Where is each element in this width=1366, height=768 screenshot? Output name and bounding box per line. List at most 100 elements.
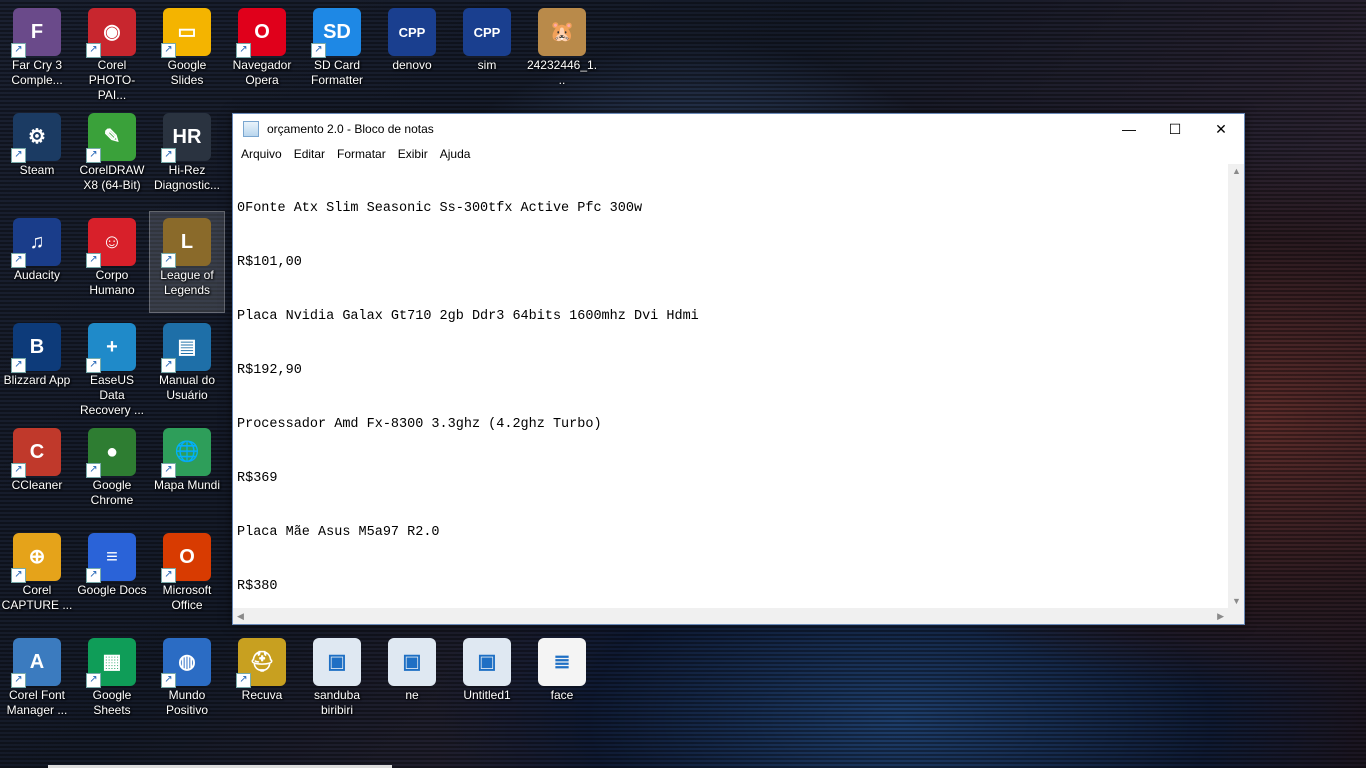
- desktop-icon-recuva[interactable]: ⛑ ↗ Recuva: [225, 632, 299, 732]
- desktop-icon-audacity[interactable]: ♫ ↗ Audacity: [0, 212, 74, 312]
- shortcut-arrow-icon: ↗: [236, 43, 251, 58]
- google-sheets-icon: ▦ ↗: [86, 638, 136, 688]
- shortcut-arrow-icon: ↗: [86, 148, 101, 163]
- desktop-icon-chrome[interactable]: ● ↗ Google Chrome: [75, 422, 149, 522]
- text-line: Processador Amd Fx-8300 3.3ghz (4.2ghz T…: [237, 417, 602, 432]
- notepad-window[interactable]: orçamento 2.0 - Bloco de notas — ☐ ✕ Arq…: [232, 113, 1245, 625]
- desktop-icon-label: Manual do Usuário: [158, 373, 216, 402]
- desktop-icon-hirez[interactable]: HR ↗ Hi-Rez Diagnostic...: [150, 107, 224, 207]
- shortcut-arrow-icon: ↗: [236, 673, 251, 688]
- desktop-icon-denovo[interactable]: CPP denovo: [375, 2, 449, 102]
- text-line: 0Fonte Atx Slim Seasonic Ss-300tfx Activ…: [237, 201, 643, 216]
- desktop-icon-easeus[interactable]: + ↗ EaseUS Data Recovery ...: [75, 317, 149, 417]
- desktop-icon-blizzard[interactable]: B ↗ Blizzard App: [0, 317, 74, 417]
- shortcut-arrow-icon: ↗: [11, 43, 26, 58]
- ccleaner-icon: C ↗: [11, 428, 61, 478]
- notepad-icon: [243, 121, 259, 137]
- desktop-icon-label: Blizzard App: [3, 373, 71, 387]
- desktop-icon-coreldraw[interactable]: ✎ ↗ CorelDRAW X8 (64-Bit): [75, 107, 149, 207]
- desktop-icon-label: Corel Font Manager ...: [6, 688, 68, 717]
- desktop-icon-manual[interactable]: ▤ ↗ Manual do Usuário: [150, 317, 224, 417]
- desktop-icon-steam[interactable]: ⚙ ↗ Steam: [0, 107, 74, 207]
- desktop-icon-mundopositivo[interactable]: ◍ ↗ Mundo Positivo: [150, 632, 224, 732]
- scroll-up-icon[interactable]: ▲: [1232, 166, 1241, 176]
- farcry-icon: F ↗: [11, 8, 61, 58]
- hirez-icon: HR ↗: [161, 113, 211, 163]
- desktop-icon-mapamundi[interactable]: 🌐 ↗ Mapa Mundi: [150, 422, 224, 522]
- desktop-icon-sanduba[interactable]: ▣ sanduba biribiri: [300, 632, 374, 732]
- recuva-icon: ⛑ ↗: [236, 638, 286, 688]
- text-editor[interactable]: 0Fonte Atx Slim Seasonic Ss-300tfx Activ…: [233, 164, 1228, 608]
- desktop-icon-msoffice[interactable]: O ↗ Microsoft Office: [150, 527, 224, 627]
- desktop-icon-label: Google Slides: [167, 58, 207, 87]
- image-file-icon: 🐹: [538, 8, 586, 56]
- desktop-icon-label: Google Sheets: [92, 688, 132, 717]
- mundo-positivo-icon: ◍ ↗: [161, 638, 211, 688]
- opera-icon: O ↗: [236, 8, 286, 58]
- shortcut-arrow-icon: ↗: [161, 463, 176, 478]
- league-of-legends-icon: L ↗: [161, 218, 211, 268]
- desktop-icon-corelcapture[interactable]: ⊕ ↗ Corel CAPTURE ...: [0, 527, 74, 627]
- menu-exibir[interactable]: Exibir: [392, 147, 434, 161]
- desktop-icon-label: face: [550, 688, 574, 702]
- desktop-icon-corel-photopaint[interactable]: ◉ ↗ Corel PHOTO-PAI...: [75, 2, 149, 102]
- maximize-button[interactable]: ☐: [1152, 114, 1198, 144]
- desktop-icon-ne[interactable]: ▣ ne: [375, 632, 449, 732]
- menu-formatar[interactable]: Formatar: [331, 147, 392, 161]
- desktop-icon-googledocs[interactable]: ≡ ↗ Google Docs: [75, 527, 149, 627]
- horizontal-scrollbar[interactable]: ◀ ▶: [233, 608, 1228, 624]
- desktop-icon-face[interactable]: ≣ face: [525, 632, 599, 732]
- desktop-icon-label: Audacity: [13, 268, 61, 282]
- desktop-icon-sdcard[interactable]: SD ↗ SD Card Formatter: [300, 2, 374, 102]
- scroll-right-icon[interactable]: ▶: [1217, 611, 1224, 622]
- globe-icon: 🌐 ↗: [161, 428, 211, 478]
- text-file-icon: ≣: [538, 638, 586, 686]
- window-file-icon: ▣: [313, 638, 361, 686]
- corel-font-icon: A ↗: [11, 638, 61, 688]
- shortcut-arrow-icon: ↗: [11, 253, 26, 268]
- shortcut-arrow-icon: ↗: [311, 43, 326, 58]
- icon-glyph: ▣: [402, 650, 422, 673]
- text-line: R$380: [237, 579, 278, 594]
- corpo-humano-icon: ☺ ↗: [86, 218, 136, 268]
- menu-editar[interactable]: Editar: [288, 147, 331, 161]
- devcpp-icon: CPP: [463, 8, 511, 56]
- desktop-icon-label: Steam: [19, 163, 55, 177]
- desktop-icon-googlesheets[interactable]: ▦ ↗ Google Sheets: [75, 632, 149, 732]
- shortcut-arrow-icon: ↗: [86, 463, 101, 478]
- desktop-icon-ccleaner[interactable]: C ↗ CCleaner: [0, 422, 74, 522]
- desktop-icon-label: Corpo Humano: [89, 268, 135, 297]
- vertical-scrollbar[interactable]: ▲ ▼: [1228, 164, 1244, 608]
- scroll-left-icon[interactable]: ◀: [237, 611, 244, 622]
- desktop-icon-lol[interactable]: L ↗ League of Legends: [149, 211, 225, 313]
- desktop-icon-farcry[interactable]: F ↗ Far Cry 3 Comple...: [0, 2, 74, 102]
- desktop-icon-label: sanduba biribiri: [313, 688, 361, 717]
- minimize-button[interactable]: —: [1106, 114, 1152, 144]
- shortcut-arrow-icon: ↗: [11, 148, 26, 163]
- desktop-icon-label: Corel CAPTURE ...: [1, 583, 73, 612]
- menu-arquivo[interactable]: Arquivo: [235, 147, 288, 161]
- text-line: Placa Nvidia Galax Gt710 2gb Ddr3 64bits…: [237, 309, 699, 324]
- blizzard-icon: B ↗: [11, 323, 61, 373]
- scroll-down-icon[interactable]: ▼: [1232, 596, 1241, 606]
- microsoft-office-icon: O ↗: [161, 533, 211, 583]
- desktop-icon-photo[interactable]: 🐹 24232446_1...: [525, 2, 599, 102]
- desktop-icon-label: Google Chrome: [90, 478, 134, 507]
- menu-ajuda[interactable]: Ajuda: [434, 147, 477, 161]
- shortcut-arrow-icon: ↗: [161, 148, 176, 163]
- desktop-icon-corpo[interactable]: ☺ ↗ Corpo Humano: [75, 212, 149, 312]
- shortcut-arrow-icon: ↗: [86, 253, 101, 268]
- title-bar[interactable]: orçamento 2.0 - Bloco de notas — ☐ ✕: [233, 114, 1244, 144]
- text-line: R$101,00: [237, 255, 302, 270]
- desktop-icon-corelfont[interactable]: A ↗ Corel Font Manager ...: [0, 632, 74, 732]
- icon-glyph: 🐹: [549, 20, 575, 43]
- close-button[interactable]: ✕: [1198, 114, 1244, 144]
- desktop-icon-sim[interactable]: CPP sim: [450, 2, 524, 102]
- google-slides-icon: ▭ ↗: [161, 8, 211, 58]
- corel-photopaint-icon: ◉ ↗: [86, 8, 136, 58]
- desktop-icon-untitled1[interactable]: ▣ Untitled1: [450, 632, 524, 732]
- resize-corner[interactable]: [1228, 608, 1244, 624]
- desktop-icon-opera[interactable]: O ↗ Navegador Opera: [225, 2, 299, 102]
- shortcut-arrow-icon: ↗: [11, 358, 26, 373]
- desktop-icon-google-slides[interactable]: ▭ ↗ Google Slides: [150, 2, 224, 102]
